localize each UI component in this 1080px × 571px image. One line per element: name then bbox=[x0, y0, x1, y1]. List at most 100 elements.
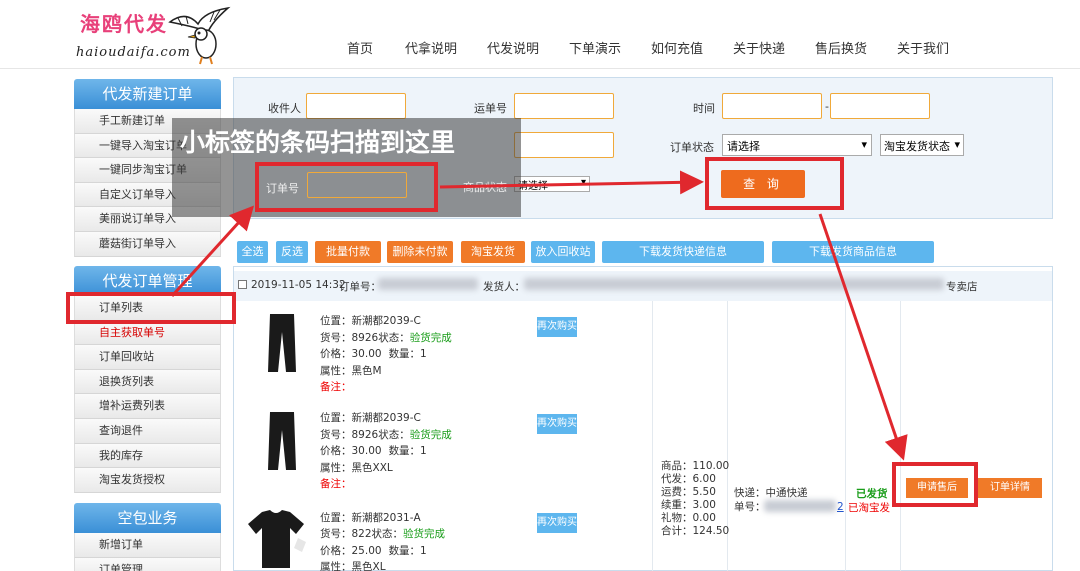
column-divider bbox=[900, 301, 901, 571]
fee-dropship: 代发：6.00 bbox=[661, 473, 716, 485]
item-price: 价格：30.00 bbox=[320, 348, 382, 360]
waybill-link[interactable]: 2 bbox=[837, 499, 844, 516]
product-image-pants bbox=[256, 410, 308, 472]
item-price-qty: 价格：30.00 数量：1 bbox=[320, 443, 427, 460]
sidebar-item-query-returns[interactable]: 查询退件 bbox=[74, 418, 221, 444]
waybill-input[interactable] bbox=[514, 93, 614, 119]
item-status: 验货完成 bbox=[403, 528, 446, 540]
item-position: 位置：新潮都2031-A bbox=[320, 512, 421, 524]
nav-about[interactable]: 关于我们 bbox=[882, 36, 964, 59]
item-status-label: 状态： bbox=[378, 332, 410, 344]
order-status-select[interactable]: 请选择 ▾ bbox=[722, 134, 872, 156]
move-to-recycle-button[interactable]: 放入回收站 bbox=[531, 241, 595, 263]
item-price: 价格：30.00 bbox=[320, 445, 382, 457]
sidebar-item-order-recycle[interactable]: 订单回收站 bbox=[74, 345, 221, 370]
delete-unpaid-button[interactable]: 删除未付款 bbox=[387, 241, 453, 263]
item-sku: 货号：8926 bbox=[320, 332, 379, 344]
time-label: 时间 bbox=[693, 102, 715, 115]
sidebar-item-mogujie-import[interactable]: 蘑菇街订单导入 bbox=[74, 231, 221, 257]
sidebar-title: 空包业务 bbox=[74, 503, 221, 533]
item-sku-status: 货号：8926状态：验货完成 bbox=[320, 427, 452, 444]
rebuy-button[interactable]: 再次购买 bbox=[537, 317, 577, 337]
taobao-ship-button[interactable]: 淘宝发货 bbox=[461, 241, 525, 263]
nav-dropship-guide[interactable]: 代发说明 bbox=[472, 36, 554, 59]
fee-gift: 礼物：0.00 bbox=[661, 512, 716, 524]
waybill-label: 运单号 bbox=[474, 102, 507, 115]
waybill-redacted bbox=[764, 500, 836, 512]
item-attr: 属性：黑色XL bbox=[320, 561, 386, 571]
brand-name: 海鸥代发 bbox=[80, 12, 168, 36]
fee-total: 合计：124.50 bbox=[661, 525, 730, 537]
sidebar-item-new-order[interactable]: 新增订单 bbox=[74, 533, 221, 558]
taobao-ship-status-select[interactable]: 淘宝发货状态 ▾ bbox=[880, 134, 964, 156]
nav-recharge[interactable]: 如何充值 bbox=[636, 36, 718, 59]
sidebar-item-inventory[interactable]: 我的库存 bbox=[74, 443, 221, 469]
nav-after-sales[interactable]: 售后换货 bbox=[800, 36, 882, 59]
rebuy-button[interactable]: 再次购买 bbox=[537, 513, 577, 533]
nav-home[interactable]: 首页 bbox=[330, 36, 390, 59]
highlight-query-button bbox=[705, 157, 844, 210]
header-divider bbox=[0, 68, 1080, 69]
nav-express[interactable]: 关于快递 bbox=[718, 36, 800, 59]
sidebar-item-taobao-auth[interactable]: 淘宝发货授权 bbox=[74, 468, 221, 493]
item-status: 验货完成 bbox=[409, 332, 452, 344]
order-no-redacted bbox=[378, 278, 478, 290]
download-product-info-button[interactable]: 下载发货商品信息 bbox=[772, 241, 934, 263]
sidebar-title: 代发新建订单 bbox=[74, 79, 221, 109]
time-start-input[interactable] bbox=[722, 93, 822, 119]
column-divider bbox=[652, 301, 653, 571]
nav-pickup-guide[interactable]: 代拿说明 bbox=[390, 36, 472, 59]
rebuy-button[interactable]: 再次购买 bbox=[537, 414, 577, 434]
product-status-select[interactable]: 请选择 ▾ bbox=[514, 176, 590, 192]
recipient-input[interactable] bbox=[306, 93, 406, 119]
product-status-label: 商品状态 bbox=[463, 181, 507, 194]
nav-order-demo[interactable]: 下单演示 bbox=[554, 36, 636, 59]
order-status-label: 订单状态 bbox=[670, 141, 714, 154]
sender-redacted bbox=[524, 278, 944, 290]
sidebar-section-empty-package: 空包业务 新增订单 订单管理 bbox=[74, 503, 221, 571]
item-sku-status: 货号：822状态：验货完成 bbox=[320, 526, 445, 543]
sidebar-item-returns[interactable]: 退换货列表 bbox=[74, 369, 221, 395]
item-status-label: 状态： bbox=[371, 528, 404, 540]
order-status-value: 请选择 bbox=[727, 140, 760, 153]
item-attr: 属性：黑色M bbox=[320, 365, 382, 377]
item-sku: 货号：822 bbox=[320, 528, 372, 540]
highlight-order-no bbox=[255, 162, 438, 212]
order-no-label: 订单号： bbox=[339, 281, 381, 293]
sidebar-item-get-waybill[interactable]: 自主获取单号 bbox=[74, 320, 221, 346]
chevron-down-icon: ▾ bbox=[580, 177, 586, 188]
chevron-down-icon: ▾ bbox=[861, 138, 867, 151]
product-image-pants bbox=[256, 312, 308, 374]
extra-input[interactable] bbox=[514, 132, 614, 158]
product-image-tshirt bbox=[244, 508, 308, 570]
fee-extra-weight: 续重：3.00 bbox=[661, 499, 716, 511]
download-express-info-button[interactable]: 下载发货快递信息 bbox=[602, 241, 764, 263]
item-position: 位置：新潮都2039-C bbox=[320, 412, 421, 424]
taobao-ship-status-value: 淘宝发货状态 bbox=[884, 140, 950, 153]
chevron-down-icon: ▾ bbox=[954, 138, 960, 151]
top-nav: 首页 代拿说明 代发说明 下单演示 如何充值 关于快递 售后换货 关于我们 bbox=[330, 36, 964, 59]
sidebar-item-order-manage[interactable]: 订单管理 bbox=[74, 557, 221, 571]
time-separator: - bbox=[825, 100, 829, 113]
select-all-button[interactable]: 全选 bbox=[237, 241, 268, 263]
fee-goods: 商品：110.00 bbox=[661, 460, 730, 472]
waybill-label: 单号： bbox=[734, 501, 766, 513]
item-qty: 数量：1 bbox=[388, 445, 427, 457]
column-divider bbox=[845, 301, 846, 571]
order-date: 2019-11-05 14:32 bbox=[251, 279, 346, 291]
highlight-order-list bbox=[66, 292, 236, 324]
batch-pay-button[interactable]: 批量付款 bbox=[315, 241, 381, 263]
order-detail-button[interactable]: 订单详情 bbox=[978, 478, 1042, 498]
item-price-qty: 价格：30.00 数量：1 bbox=[320, 346, 427, 363]
order-checkbox[interactable] bbox=[238, 280, 247, 289]
item-attr: 属性：黑色XXL bbox=[320, 462, 393, 474]
shop-name: 专卖店 bbox=[946, 281, 978, 293]
taobao-shipped-status: 已淘宝发 bbox=[848, 502, 890, 514]
invert-select-button[interactable]: 反选 bbox=[276, 241, 308, 263]
item-sku-status: 货号：8926状态：验货完成 bbox=[320, 330, 452, 347]
item-note: 备注： bbox=[320, 381, 352, 393]
time-end-input[interactable] bbox=[830, 93, 930, 119]
item-position: 位置：新潮都2039-C bbox=[320, 315, 421, 327]
sidebar-item-extra-shipping[interactable]: 增补运费列表 bbox=[74, 394, 221, 419]
highlight-aftersale bbox=[892, 462, 978, 507]
